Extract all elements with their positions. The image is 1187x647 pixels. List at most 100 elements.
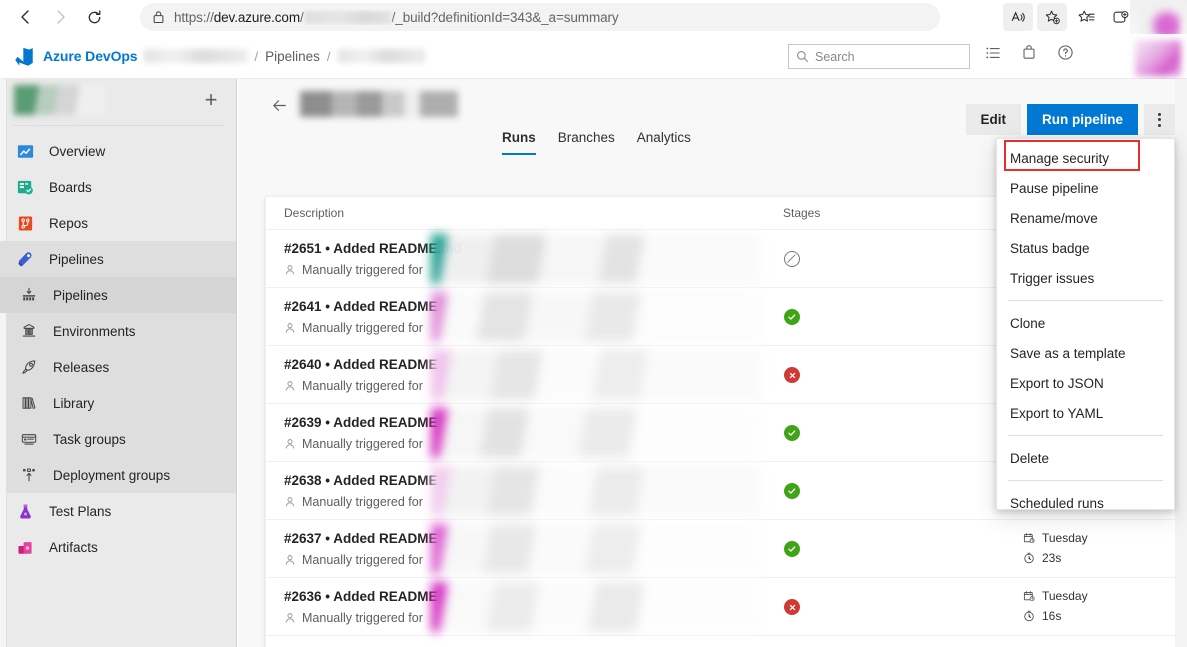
run-trigger: Manually triggered for [284,263,423,277]
run-trigger: Manually triggered for [284,553,423,567]
sidebar-item-library[interactable]: Library [0,385,236,421]
tab-label: Runs [502,130,536,145]
tab-runs[interactable]: Runs [502,124,547,155]
status-badge [784,541,801,558]
help-icon[interactable] [1057,44,1074,61]
run-title[interactable]: #2636 • Added README [284,589,438,604]
sidebar-item-label: Deployment groups [53,467,171,483]
run-duration: 23s [1023,551,1088,565]
sidebar-item-label: Library [53,395,95,411]
menu-item-save-as-template[interactable]: Save as a template [997,338,1174,368]
project-name-blurred-sidebar[interactable] [14,85,106,115]
global-search[interactable] [788,44,970,69]
menu-item-delete[interactable]: Delete [997,443,1174,473]
sidebar-item-deployment-groups[interactable]: Deployment groups [0,457,236,493]
overview-icon [14,140,36,162]
tab-label: Analytics [636,130,691,145]
run-title[interactable]: #2640 • Added README [284,357,438,372]
run-trigger: Manually triggered for [284,611,423,625]
sidebar-item-overview[interactable]: Overview [0,133,236,169]
collections-icon[interactable] [1071,3,1101,31]
back-arrow-icon[interactable] [10,2,42,32]
sidebar-item-label: Pipelines [49,251,104,267]
search-input[interactable] [815,49,955,64]
run-trigger: Manually triggered for [284,495,423,509]
sidebar-item-pipelines[interactable]: Pipelines [0,241,236,277]
run-title[interactable]: #2638 • Added README [284,473,438,488]
sidebar-item-label: Repos [49,215,89,231]
repos-icon [14,212,36,234]
menu-item-manage-security[interactable]: Manage security [997,143,1174,173]
sidebar-item-repos[interactable]: Repos [0,205,236,241]
read-aloud-icon[interactable] [1003,3,1033,31]
breadcrumb-pipelines[interactable]: Pipelines [265,49,320,64]
sidebar-item-label: Environments [53,323,136,339]
run-pipeline-button[interactable]: Run pipeline [1027,104,1138,135]
status-badge [784,483,801,500]
tab-analytics[interactable]: Analytics [626,124,702,155]
library-icon [18,392,40,414]
organization-name-blurred [143,49,248,63]
menu-item-scheduled-runs[interactable]: Scheduled runs [997,488,1174,518]
tab-branches[interactable]: Branches [547,124,626,155]
menu-item-export-to-yaml[interactable]: Export to YAML [997,398,1174,428]
pipelines-sub-icon [18,284,40,306]
table-row[interactable]: #2636 • Added README Manually triggered … [266,578,1177,636]
sidebar-item-releases[interactable]: Releases [0,349,236,385]
edit-button[interactable]: Edit [965,104,1021,135]
success-icon [784,309,800,325]
sidebar-item-pipelines-sub[interactable]: Pipelines [0,277,236,313]
table-row[interactable]: #2637 • Added README Manually triggered … [266,520,1177,578]
back-arrow-icon[interactable] [270,96,289,115]
success-icon [784,425,800,441]
pipeline-header-actions: Edit Run pipeline [965,104,1175,135]
status-badge [784,367,801,384]
user-avatar-blurred[interactable] [1135,40,1181,76]
browser-chrome-blurred-region [1130,0,1187,36]
run-user-blurred [431,408,761,458]
run-title[interactable]: #2641 • Added README [284,299,438,314]
deployment-groups-icon [18,464,40,486]
test-plans-icon [14,500,36,522]
add-new-button[interactable]: + [200,89,222,111]
calendar-icon [1023,532,1035,544]
run-date: Tuesday [1023,531,1088,545]
run-duration-text: 23s [1042,551,1062,565]
menu-item-pause-pipeline[interactable]: Pause pipeline [997,173,1174,203]
menu-item-clone[interactable]: Clone [997,308,1174,338]
sidebar-item-artifacts[interactable]: Artifacts [0,529,236,565]
breadcrumb-separator-2: / [326,48,331,64]
menu-item-export-to-json[interactable]: Export to JSON [997,368,1174,398]
artifacts-icon [14,536,36,558]
environments-icon [18,320,40,342]
azure-devops-brand[interactable]: Azure DevOps [43,48,138,64]
run-title[interactable]: #2639 • Added README [284,415,438,430]
azure-devops-logo-icon[interactable] [12,44,36,68]
forward-arrow-icon[interactable] [44,2,76,32]
menu-item-trigger-issues[interactable]: Trigger issues [997,263,1174,293]
menu-item-status-badge[interactable]: Status badge [997,233,1174,263]
work-items-icon[interactable] [985,45,1001,61]
sidebar-item-boards[interactable]: Boards [0,169,236,205]
calendar-icon [1023,590,1035,602]
more-actions-button[interactable] [1144,104,1175,135]
marketplace-icon[interactable] [1021,44,1037,61]
run-duration: 16s [1023,609,1088,623]
add-favorite-icon[interactable] [1037,3,1067,31]
run-title[interactable]: #2637 • Added README [284,531,438,546]
sidebar-item-environments[interactable]: Environments [0,313,236,349]
run-meta: Tuesday 16s [1023,589,1088,623]
refresh-icon[interactable] [78,2,110,32]
browser-toolbar: https://dev.azure.com//_build?definition… [0,0,1187,36]
address-bar[interactable]: https://dev.azure.com//_build?definition… [140,3,940,31]
menu-divider [1008,480,1163,481]
status-badge [784,599,801,616]
project-header: + [0,79,236,123]
sidebar-item-test-plans[interactable]: Test Plans [0,493,236,529]
sidebar-item-task-groups[interactable]: Task groups [0,421,236,457]
run-trigger-text: Manually triggered for [302,263,423,277]
run-user-blurred [431,292,761,342]
run-user-blurred [431,234,761,284]
person-icon [284,380,296,392]
menu-item-rename-move[interactable]: Rename/move [997,203,1174,233]
